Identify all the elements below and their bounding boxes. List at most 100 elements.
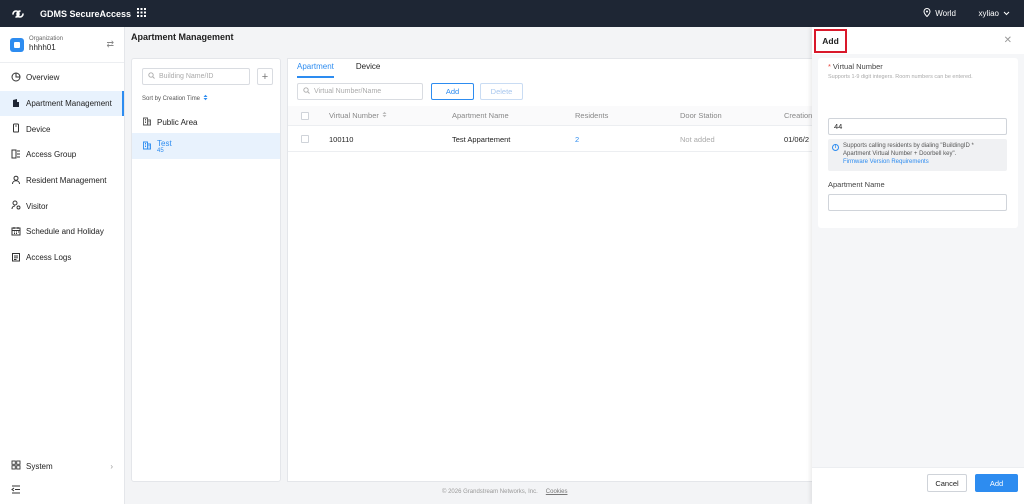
building-name: Public Area [157,117,198,127]
region-selector[interactable]: World [923,0,956,27]
sidebar-item-label: Access Group [26,150,77,160]
sidebar-item-apartment-management[interactable]: Apartment Management [0,90,124,117]
delete-apartment-button[interactable]: Delete [480,83,523,100]
add-building-button[interactable]: + [257,68,273,85]
column-apartment-name: Apartment Name [452,111,509,120]
select-all-checkbox[interactable] [301,111,309,120]
organization-name: hhhh01 [29,43,56,53]
sidebar-item-label: Apartment Management [26,99,112,109]
sort-label: Sort by Creation Time [142,95,201,102]
sidebar-item-label: System [26,461,53,471]
column-door-station: Door Station [680,111,722,120]
copyright-text: © 2026 Grandstream Networks, Inc. [442,489,538,495]
add-apartment-button[interactable]: Add [431,83,474,100]
info-text: Supports calling residents by dialing "B… [843,143,974,157]
sidebar-item-access-group[interactable]: Access Group [0,142,124,168]
virtual-number-label: * Virtual Number [828,62,883,71]
sidebar-item-visitor[interactable]: Visitor [0,193,124,219]
building-search-input[interactable]: Building Name/ID [142,68,250,85]
sidebar-item-overview[interactable]: Overview [0,65,124,91]
creation-cell: 01/06/2 [784,134,810,144]
add-apartment-form: * Virtual Number Supports 1-9 digit integ… [818,58,1018,228]
building-search-placeholder: Building Name/ID [159,73,214,80]
firmware-requirements-link[interactable]: Firmware Version Requirements [843,159,1002,167]
virtual-number-field[interactable]: 44 [828,118,1007,135]
page-title: Apartment Management [131,32,234,42]
sidebar-item-label: Schedule and Holiday [26,227,104,237]
organization-label: Organization [29,36,64,43]
sidebar-item-label: Device [26,124,51,134]
building-outline-icon [142,116,152,128]
add-button[interactable]: Add [975,474,1018,492]
apartment-search-placeholder: Virtual Number/Name [314,88,382,95]
close-icon[interactable]: ✕ [1004,35,1012,46]
calendar-icon [11,226,21,238]
column-residents: Residents [575,111,609,120]
app-logo-icon[interactable] [0,0,36,27]
apartment-name-label: Apartment Name [828,180,885,189]
user-name: xyliao [978,9,999,18]
pie-chart-icon [11,72,21,84]
drawer-title: Add [814,29,847,53]
building-panel: Building Name/ID + Sort by Creation Time… [131,58,281,482]
location-pin-icon [923,8,931,19]
cookies-link[interactable]: Cookies [546,489,568,495]
building-outline-icon [142,140,152,152]
chevron-right-icon: › [110,461,113,471]
table-row[interactable]: 100110 Test Appartement 2 Not added 01/0… [288,127,813,152]
sidebar-item-resident-management[interactable]: Resident Management [0,168,124,194]
drawer-header: Add ✕ [812,27,1024,54]
building-id: 45 [157,147,164,154]
sidebar: Organization hhhh01 ⇄ Overview Apartment… [0,27,125,504]
switch-icon[interactable]: ⇄ [106,39,114,50]
column-creation: Creation [784,111,813,120]
app-grid-icon[interactable] [137,8,147,19]
sidebar-item-label: Overview [26,73,60,83]
search-icon [148,72,155,81]
building-name: Test [157,138,172,148]
sort-arrows-icon [203,94,208,103]
user-icon [11,175,21,187]
log-icon [11,252,21,264]
sort-arrows-icon [382,111,387,120]
apartment-name-cell: Test Appartement [452,134,511,144]
sidebar-item-schedule-and-holiday[interactable]: Schedule and Holiday [0,219,124,245]
column-virtual-number[interactable]: Virtual Number [329,106,387,125]
tab-bar: Apartment Device [297,62,380,78]
virtual-number-cell: 100110 [329,134,354,144]
info-icon: i [832,144,839,151]
cancel-button[interactable]: Cancel [927,474,967,492]
building-item-test[interactable]: Test 45 [132,133,280,159]
user-menu[interactable]: xyliao [979,0,1010,27]
access-group-icon [11,149,21,161]
virtual-number-hint: Supports 1-9 digit integers. Room number… [828,74,973,80]
row-checkbox[interactable] [301,135,309,143]
sidebar-nav: Overview Apartment Management Device Acc… [0,63,124,271]
apartment-name-field[interactable] [828,194,1007,211]
collapse-sidebar-icon[interactable] [11,485,21,496]
info-message: i Supports calling residents by dialing … [828,139,1007,171]
sidebar-item-label: Visitor [26,201,49,211]
table-header: Virtual Number Apartment Name Residents … [288,106,813,126]
organization-icon [10,37,24,52]
sidebar-item-device[interactable]: Device [0,116,124,142]
add-apartment-drawer: Add ✕ * Virtual Number Supports 1-9 digit… [812,27,1024,504]
sort-control[interactable]: Sort by Creation Time [142,94,208,103]
tab-apartment[interactable]: Apartment [297,62,334,78]
door-station-cell: Not added [680,134,715,144]
building-item-public-area[interactable]: Public Area [132,112,280,132]
sidebar-item-label: Resident Management [26,176,107,186]
apartment-search-input[interactable]: Virtual Number/Name [297,83,423,100]
top-bar: GDMS SecureAccess World xyliao [0,0,1024,27]
organization-switcher[interactable]: Organization hhhh01 ⇄ [0,27,124,63]
system-grid-icon [11,460,21,472]
drawer-actions: Cancel Add [812,467,1024,504]
residents-link[interactable]: 2 [575,127,579,151]
region-label: World [935,9,956,18]
building-icon [11,98,21,110]
tab-device[interactable]: Device [356,62,380,78]
app-title: GDMS SecureAccess [40,8,132,19]
sidebar-item-access-logs[interactable]: Access Logs [0,245,124,271]
sidebar-item-system[interactable]: System › [0,457,125,475]
sidebar-item-label: Access Logs [26,253,72,263]
